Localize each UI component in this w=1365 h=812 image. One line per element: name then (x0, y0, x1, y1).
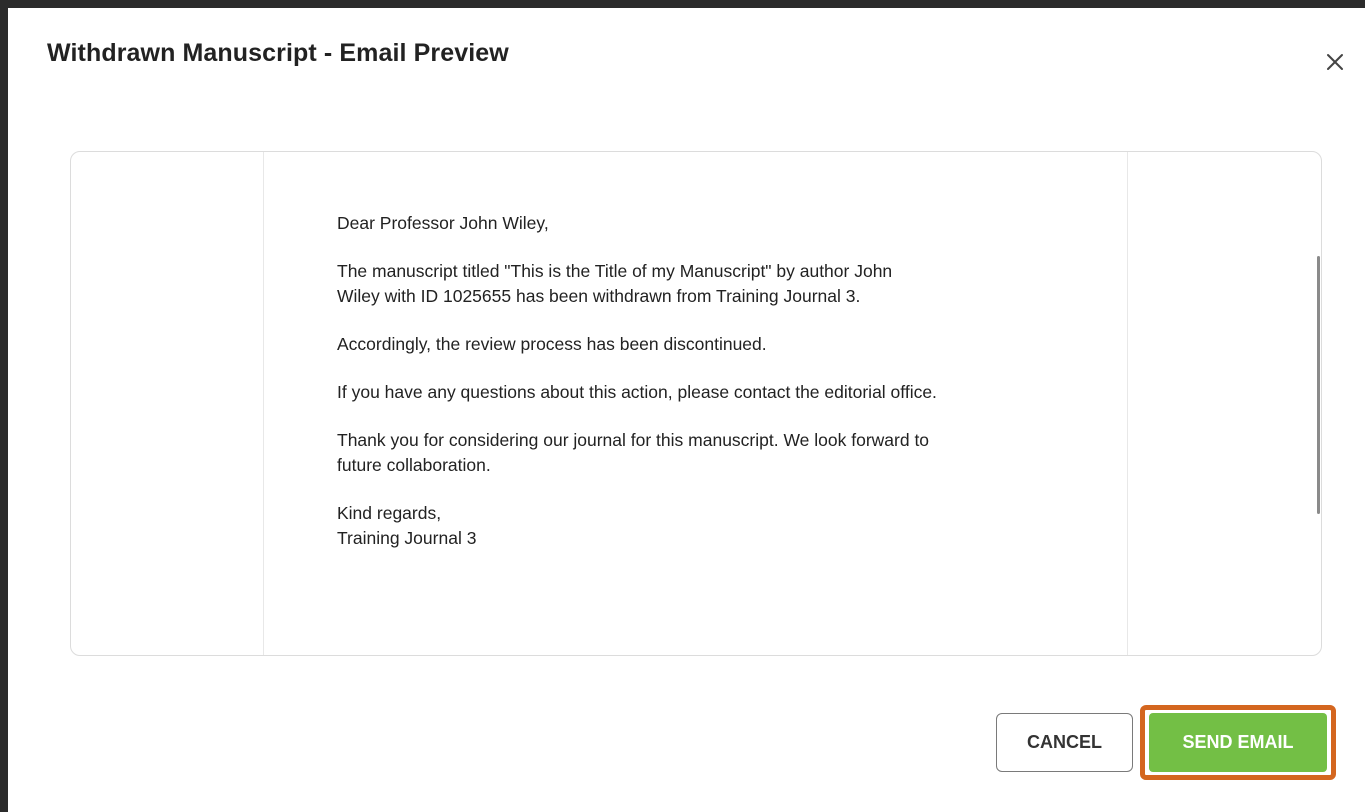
email-paragraph: The manuscript titled "This is the Title… (337, 261, 893, 306)
close-icon (1323, 50, 1347, 74)
email-closing: Kind regards, (337, 503, 442, 523)
email-paragraph: If you have any questions about this act… (337, 382, 937, 402)
close-button[interactable] (1323, 50, 1347, 74)
cancel-button[interactable]: CANCEL (996, 713, 1133, 772)
email-right-margin (1127, 152, 1321, 655)
email-left-margin (71, 152, 264, 655)
email-preview-modal: Withdrawn Manuscript - Email Preview Dea… (8, 8, 1365, 812)
email-preview-frame[interactable]: Dear Professor John Wiley, The manuscrip… (70, 151, 1322, 656)
modal-title: Withdrawn Manuscript - Email Preview (47, 39, 509, 67)
send-email-button[interactable]: SEND EMAIL (1149, 713, 1327, 772)
email-paragraph: Accordingly, the review process has been… (337, 334, 767, 354)
email-paragraph: Thank you for considering our journal fo… (337, 430, 930, 475)
email-scrollbar[interactable] (1317, 256, 1320, 514)
email-signature: Training Journal 3 (337, 528, 477, 548)
email-greeting: Dear Professor John Wiley, (337, 213, 549, 233)
email-body: Dear Professor John Wiley, The manuscrip… (337, 211, 1037, 551)
